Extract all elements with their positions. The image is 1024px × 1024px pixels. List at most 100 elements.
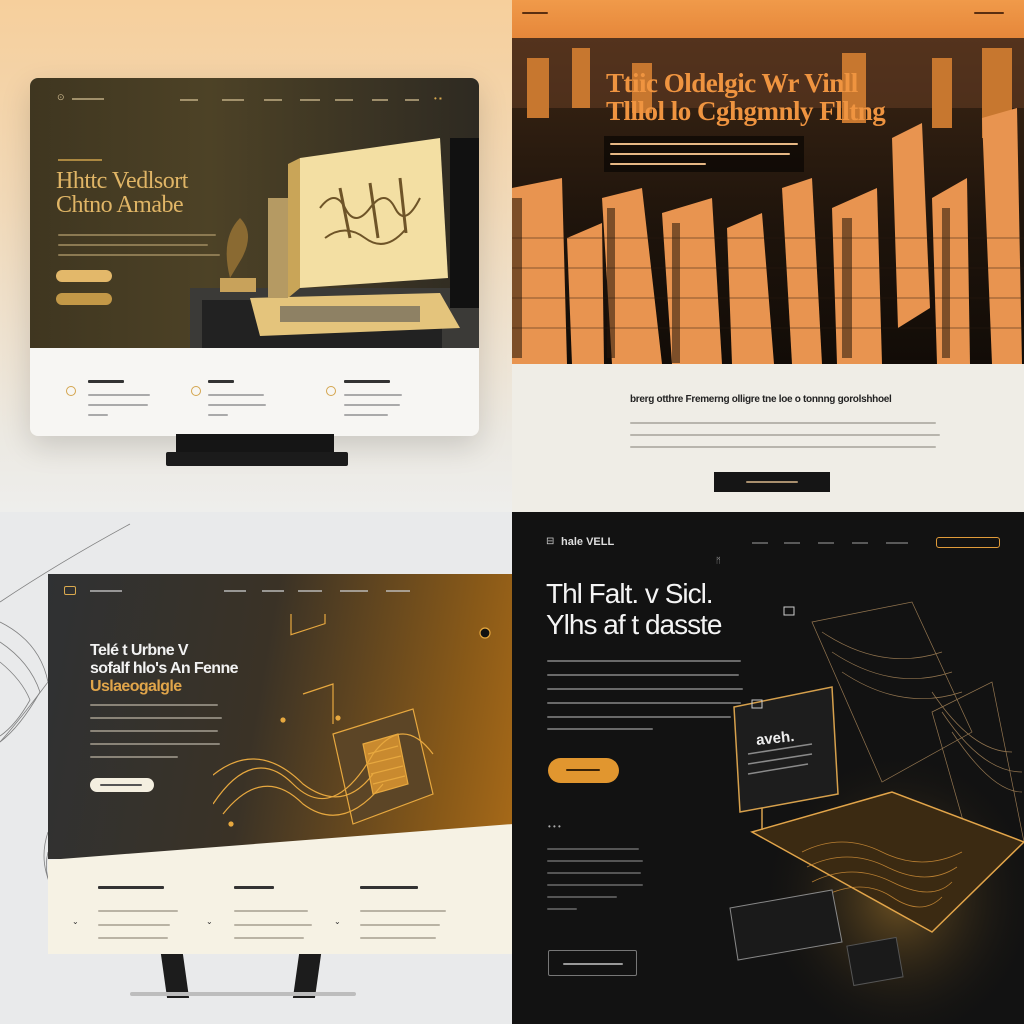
cta-button[interactable]	[714, 472, 830, 492]
nav-link-4[interactable]	[300, 99, 320, 101]
body-line	[547, 848, 639, 850]
feature-title	[360, 886, 418, 889]
feature-line	[208, 414, 228, 416]
feature-icon	[66, 386, 76, 396]
nav-link-2[interactable]	[222, 99, 244, 101]
eyebrow-text	[58, 159, 102, 161]
nav-link-1[interactable]	[90, 590, 122, 592]
hero-headline-line1: Ttiic Oldelgic Wr Vinll	[606, 68, 858, 98]
nav-link-7[interactable]	[405, 99, 419, 101]
panel-website-mockup-4: ⊟ hale VELL ᛗ Thl Falt. v Sicl. Ylhs af …	[512, 512, 1024, 1024]
body-line	[547, 908, 577, 910]
feature-line	[344, 394, 402, 396]
feature-line	[208, 394, 264, 396]
hero-heading-line3: Uslaeogalgle	[90, 678, 182, 695]
hero-body-line	[547, 660, 741, 662]
feature-line	[88, 394, 150, 396]
body-line	[547, 884, 643, 886]
monitor-screen: ⊙ • ▪ Hhttc Vedlsort Chtno Amabe	[30, 78, 479, 436]
pagination-dots[interactable]: • • •	[548, 822, 561, 831]
body-line	[547, 860, 643, 862]
chevron-icon[interactable]: ⌄	[72, 917, 79, 926]
feature-line	[98, 910, 178, 912]
chevron-icon[interactable]: ⌄	[334, 917, 341, 926]
monitor-screen: Telé t Urbne V sofalf hlo's An Fenne Usl…	[48, 574, 512, 954]
nav-link-2[interactable]	[784, 542, 800, 544]
feature-line	[88, 404, 148, 406]
feature-line	[208, 404, 266, 406]
feature-line	[344, 414, 388, 416]
primary-button[interactable]	[56, 270, 112, 282]
primary-button[interactable]	[548, 758, 619, 783]
nav-link-3[interactable]	[264, 99, 282, 101]
feature-line	[360, 937, 436, 939]
nav-link-3[interactable]	[818, 542, 834, 544]
hero-body-line	[90, 730, 218, 732]
logo-icon[interactable]: ⊟	[546, 536, 554, 547]
laptop-illustration	[190, 138, 479, 348]
hero-body-line	[90, 704, 218, 706]
hero-body-line	[547, 674, 739, 676]
nav-link-1[interactable]	[180, 99, 198, 101]
section-subhead: brerg otthre Fremerng olligre tne loe o …	[630, 394, 892, 405]
nav-link-5[interactable]	[335, 99, 353, 101]
feature-line	[360, 910, 446, 912]
hero-button-label	[100, 784, 142, 786]
chevron-icon[interactable]: ⌄	[206, 917, 213, 926]
nav-link-1[interactable]	[752, 542, 768, 544]
hero-body-line	[547, 728, 653, 730]
feature-line	[234, 937, 304, 939]
caption-line	[610, 153, 790, 155]
feature-title	[344, 380, 390, 383]
hero-body-line	[90, 756, 178, 758]
panel-website-mockup-3: Telé t Urbne V sofalf hlo's An Fenne Usl…	[0, 512, 512, 1024]
nav-menu[interactable]	[974, 12, 1004, 14]
hero-heading-line1: Telé t Urbne V	[90, 642, 189, 659]
feature-line	[98, 937, 168, 939]
nav-link-4[interactable]	[298, 590, 322, 592]
feature-icon	[191, 386, 201, 396]
logo-icon[interactable]: ⊙	[57, 92, 65, 103]
nav-link-6[interactable]	[386, 590, 410, 592]
nav-link-6[interactable]	[372, 99, 388, 101]
nav-link-2[interactable]	[224, 590, 246, 592]
section-body-line	[630, 446, 936, 448]
nav-link-5[interactable]	[886, 542, 908, 544]
hero-body-line	[547, 716, 731, 718]
menu-dots-icon[interactable]: • ▪	[434, 94, 442, 103]
feature-title	[208, 380, 234, 383]
nav-link-3[interactable]	[262, 590, 284, 592]
caption-line	[610, 143, 798, 145]
hero-section: Telé t Urbne V sofalf hlo's An Fenne Usl…	[48, 574, 512, 859]
feature-line	[88, 414, 108, 416]
hero-body-line	[58, 244, 208, 246]
hero-caption-box	[604, 136, 804, 172]
monitor-base	[130, 992, 356, 996]
monitor-stand	[176, 434, 334, 454]
feature-title	[98, 886, 164, 889]
feature-title	[234, 886, 274, 889]
feature-line	[98, 924, 170, 926]
body-line	[547, 872, 641, 874]
hero-body-line	[547, 702, 741, 704]
nav-link-5[interactable]	[340, 590, 368, 592]
secondary-button[interactable]	[548, 950, 637, 976]
hero-body-line	[90, 743, 220, 745]
brand-name: hale VELL	[561, 536, 615, 548]
nav-link-4[interactable]	[852, 542, 868, 544]
caption-line	[610, 163, 706, 165]
feature-line	[344, 404, 400, 406]
hero-button[interactable]	[90, 778, 154, 792]
secondary-button-label	[563, 963, 623, 965]
section-body-line	[630, 422, 936, 424]
hero-heading-line2: Ylhs af t dasste	[546, 609, 722, 640]
hero-section: ⊙ • ▪ Hhttc Vedlsort Chtno Amabe	[30, 78, 479, 348]
hero-heading-line1: Thl Falt. v Sicl.	[546, 578, 714, 609]
brand-name	[522, 12, 548, 14]
secondary-button[interactable]	[56, 293, 112, 305]
feature-icon	[326, 386, 336, 396]
isometric-illustration	[213, 614, 491, 827]
logo-icon[interactable]	[64, 586, 76, 595]
feature-line	[234, 910, 308, 912]
nav-cta-button[interactable]	[936, 537, 1000, 548]
